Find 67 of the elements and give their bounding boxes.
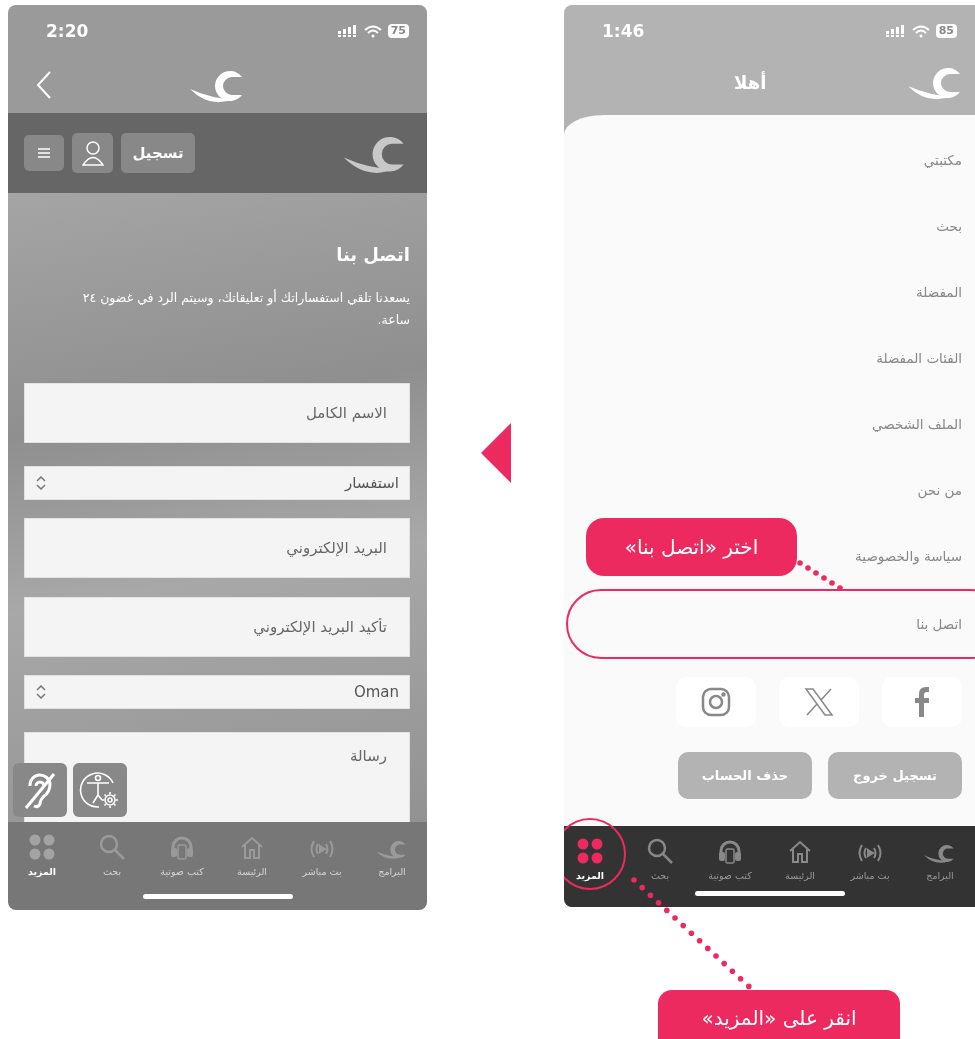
tab-bar-item[interactable]: كتب صوتية bbox=[695, 826, 765, 881]
person-icon bbox=[81, 140, 104, 166]
tab-bar-item[interactable]: بحث bbox=[625, 826, 695, 881]
facebook-button[interactable] bbox=[882, 677, 962, 727]
x-logo-icon bbox=[804, 687, 834, 717]
status-time: 1:46 bbox=[602, 21, 645, 41]
register-button[interactable]: تسجيل bbox=[121, 133, 195, 173]
profile-button[interactable] bbox=[72, 133, 113, 173]
instruction-callout: انقر على «المزيد» bbox=[658, 990, 900, 1039]
headphones-icon bbox=[169, 835, 195, 861]
home-icon bbox=[239, 835, 265, 861]
menu-button[interactable] bbox=[24, 135, 64, 171]
tab-bar-item[interactable]: بث مباشر bbox=[835, 826, 905, 881]
signal-icon bbox=[885, 25, 906, 37]
tab-bar-item[interactable]: المزيد bbox=[564, 826, 625, 881]
menu-item[interactable]: الفئات المفضلة bbox=[863, 325, 975, 391]
tab-bar-item[interactable]: الرئيسة bbox=[765, 826, 835, 881]
pointer-triangle bbox=[480, 422, 511, 483]
menu-item[interactable]: الملف الشخصي bbox=[859, 391, 975, 457]
text-input-field[interactable]: الاسم الكامل bbox=[24, 383, 410, 443]
header-title: أهلا bbox=[734, 71, 767, 93]
account-button[interactable]: حذف الحساب bbox=[678, 752, 812, 799]
battery-level: 75 bbox=[387, 24, 409, 38]
tab-bar-item[interactable]: البرامج bbox=[357, 822, 427, 877]
menu-item[interactable]: مكتبتي bbox=[910, 127, 975, 193]
up-down-chevron-icon bbox=[35, 476, 47, 490]
menu-item[interactable]: اتصل بنا bbox=[566, 589, 975, 659]
hearing-button[interactable] bbox=[13, 763, 67, 817]
instagram-button[interactable] bbox=[676, 677, 756, 727]
tab-bar-item[interactable]: البرامج bbox=[905, 826, 975, 881]
search-icon bbox=[98, 833, 126, 861]
facebook-icon bbox=[914, 687, 930, 717]
menu-item[interactable]: بحث bbox=[923, 193, 975, 259]
menu-item[interactable]: المفضلة bbox=[903, 259, 975, 325]
wifi-icon bbox=[363, 24, 382, 38]
signal-icon bbox=[337, 25, 358, 37]
four-dots-icon bbox=[576, 837, 604, 865]
four-dots-icon bbox=[28, 833, 56, 861]
status-time: 2:20 bbox=[46, 21, 89, 41]
wifi-icon bbox=[911, 24, 930, 38]
back-chevron-icon[interactable] bbox=[36, 71, 52, 99]
tab-bar-item[interactable]: الرئيسة bbox=[217, 822, 287, 877]
instagram-icon bbox=[701, 687, 731, 717]
menu-item[interactable]: سياسة والخصوصية bbox=[842, 523, 975, 589]
home-icon bbox=[787, 839, 813, 865]
instruction-callout: اختر «اتصل بنا» bbox=[586, 518, 797, 576]
tab-bar-item[interactable]: بحث bbox=[77, 822, 147, 877]
dotted-leader-line bbox=[797, 560, 843, 591]
dropdown-field[interactable]: Oman bbox=[24, 675, 410, 709]
description-text: يسعدنا تلقي استفساراتك أو تعليقاتك، وسيتم الرد في غضون ٢٤ ساعة. bbox=[81, 288, 410, 329]
dropdown-field[interactable]: استفسار bbox=[24, 466, 410, 500]
menu-icon bbox=[38, 148, 50, 158]
accessibility-button[interactable] bbox=[73, 763, 127, 817]
tab-bar-item[interactable]: المزيد bbox=[8, 822, 77, 877]
battery-level: 85 bbox=[935, 24, 957, 38]
account-button[interactable]: تسجيل خروج bbox=[828, 752, 962, 799]
menu-item[interactable]: من نحن bbox=[904, 457, 975, 523]
text-input-field[interactable]: البريد الإلكتروني bbox=[24, 518, 410, 578]
tab-bar-item[interactable]: كتب صوتية bbox=[147, 822, 217, 877]
page-title: اتصل بنا bbox=[335, 243, 410, 267]
tab-bar-item[interactable]: بث مباشر bbox=[287, 822, 357, 877]
ear-slash-icon bbox=[22, 770, 58, 810]
x-button[interactable] bbox=[779, 677, 859, 727]
search-icon bbox=[646, 837, 674, 865]
headphones-icon bbox=[717, 839, 743, 865]
accessibility-settings-icon bbox=[79, 769, 121, 811]
up-down-chevron-icon bbox=[35, 685, 47, 699]
